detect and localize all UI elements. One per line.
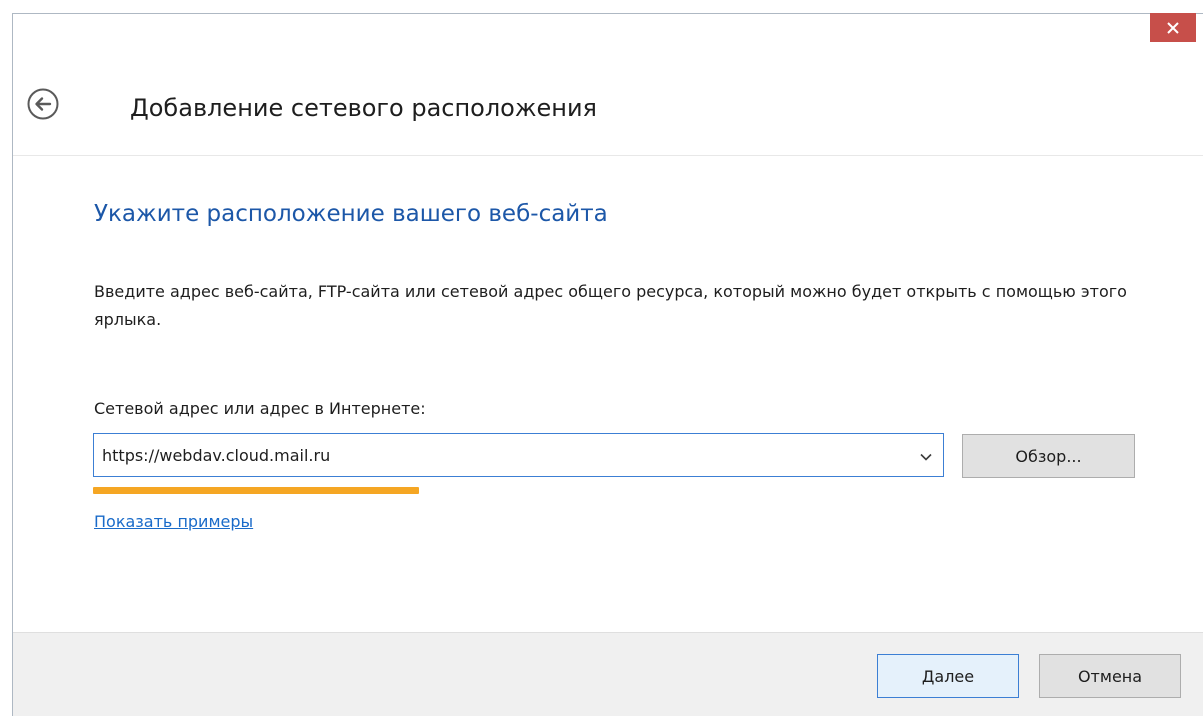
- chevron-down-icon: [920, 446, 932, 465]
- dialog-footer: [13, 632, 1203, 716]
- window-left-border: [12, 13, 13, 716]
- back-arrow-icon: [26, 87, 60, 125]
- address-combobox[interactable]: [93, 433, 944, 477]
- address-input[interactable]: [94, 434, 909, 476]
- add-network-location-dialog: Добавление сетевого расположения Укажите…: [0, 0, 1203, 716]
- dialog-title: Добавление сетевого расположения: [130, 94, 597, 122]
- back-button[interactable]: [26, 87, 60, 125]
- main-heading: Укажите расположение вашего веб-сайта: [94, 201, 608, 227]
- show-examples-link[interactable]: Показать примеры: [94, 510, 253, 534]
- cancel-button[interactable]: Отмена: [1039, 654, 1181, 698]
- close-icon: [1167, 21, 1179, 34]
- dropdown-button[interactable]: [909, 434, 943, 476]
- header-divider: [13, 155, 1203, 156]
- next-button[interactable]: Далее: [877, 654, 1019, 698]
- highlight-underline: [93, 487, 419, 494]
- close-button[interactable]: [1150, 13, 1196, 42]
- window-top-border: [12, 13, 1203, 14]
- address-label: Сетевой адрес или адрес в Интернете:: [94, 399, 426, 418]
- browse-button[interactable]: Обзор...: [962, 434, 1135, 478]
- instructions-text: Введите адрес веб-сайта, FTP-сайта или с…: [94, 282, 1127, 329]
